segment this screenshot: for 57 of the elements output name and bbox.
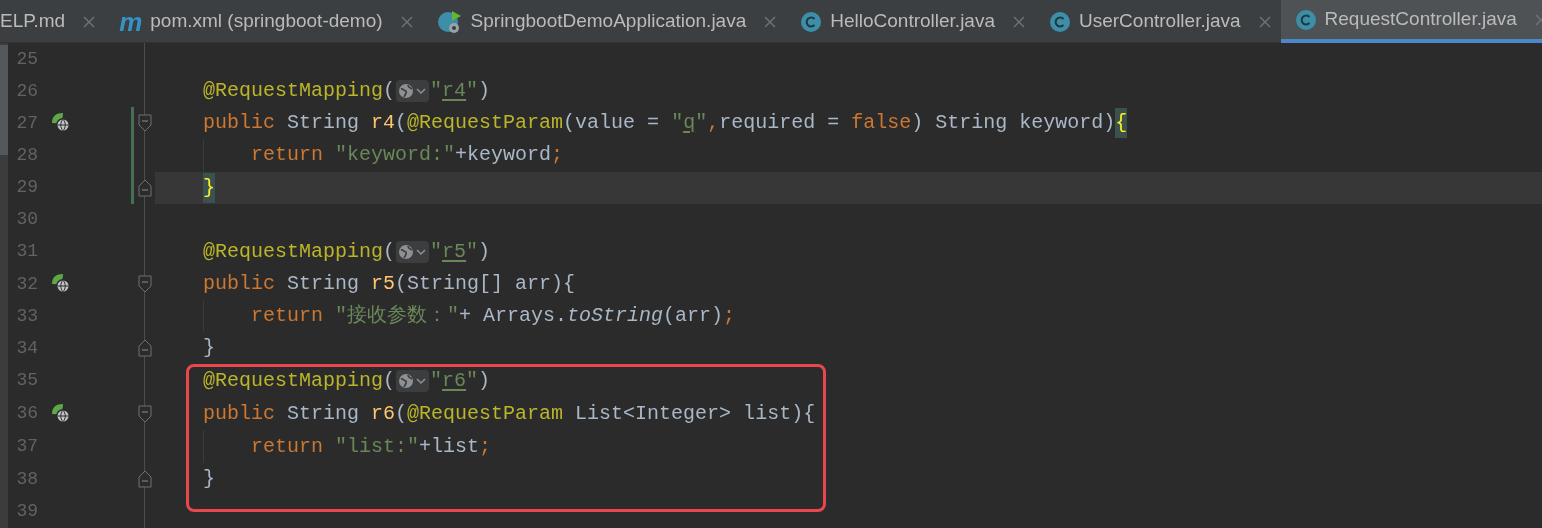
line-number: 38 (15, 467, 38, 491)
code-line: public String r4(@RequestParam(value = "q",required = false) String keyword){ (203, 108, 1128, 139)
code-line: @RequestMapping( "r6") (203, 367, 491, 394)
line-number: 26 (15, 79, 38, 103)
fold-icon[interactable] (137, 114, 152, 133)
line-number: 28 (15, 144, 38, 167)
editor-tab[interactable]: RequestController.java (1280, 0, 1542, 43)
line-number: 32 (15, 272, 38, 296)
scrollbar[interactable] (0, 43, 8, 528)
globe-icon (398, 372, 415, 389)
line-number: 27 (15, 111, 38, 135)
code-line: @RequestMapping( "r5") (203, 238, 491, 265)
line-number: 36 (15, 402, 38, 426)
inlay-hint[interactable] (396, 369, 430, 392)
code-line: return "list:"+list; (251, 433, 492, 460)
maven-icon: m (119, 8, 143, 35)
code-line: } (203, 335, 215, 362)
class-icon (1049, 10, 1071, 33)
fold-end-icon[interactable] (137, 470, 152, 489)
line-number: 35 (15, 369, 38, 393)
line-number: 39 (15, 500, 38, 524)
line-number: 37 (15, 435, 38, 458)
fold-icon[interactable] (137, 404, 152, 423)
code-line: @RequestMapping( "r4") (203, 78, 491, 105)
code-line: public String r6(@RequestParam List<Integer> list){ (203, 400, 816, 427)
line-number: 30 (15, 208, 38, 232)
close-icon[interactable] (1534, 13, 1542, 26)
code-line: public String r5(String[] arr){ (203, 271, 576, 298)
editor-tab[interactable]: ELP.md (0, 0, 106, 43)
code-line: return "接收参数："+ Arrays.toString(arr); (251, 303, 736, 330)
editor-tab[interactable]: SpringbootDemoApplication.java (422, 0, 787, 43)
close-icon[interactable] (83, 15, 96, 28)
close-icon[interactable] (764, 15, 777, 28)
line-number: 33 (15, 304, 38, 328)
fold-end-icon[interactable] (137, 178, 152, 197)
class-icon (800, 10, 823, 33)
line-number: 34 (15, 336, 38, 360)
code-line: return "keyword:"+keyword; (251, 142, 564, 169)
class-icon (1294, 8, 1317, 31)
inlay-hint[interactable] (396, 240, 430, 263)
editor-tab[interactable]: m pom.xml (springboot-demo) (105, 0, 423, 43)
globe-icon (398, 243, 415, 260)
editor-tab[interactable]: UserController.java (1035, 0, 1281, 43)
close-icon[interactable] (1258, 15, 1271, 28)
editor-tab[interactable]: HelloController.java (786, 0, 1035, 43)
fold-end-icon[interactable] (137, 339, 152, 358)
globe-icon (398, 83, 415, 100)
leaf-globe-icon[interactable] (50, 402, 72, 425)
close-icon[interactable] (1013, 15, 1025, 28)
spring-app-icon (436, 8, 463, 35)
code-line: } (203, 466, 215, 493)
line-number: 31 (15, 240, 38, 264)
inlay-hint[interactable] (396, 80, 430, 103)
fold-icon[interactable] (137, 275, 152, 294)
close-icon[interactable] (400, 15, 413, 28)
line-number: 29 (15, 176, 38, 200)
line-number: 25 (15, 47, 38, 71)
